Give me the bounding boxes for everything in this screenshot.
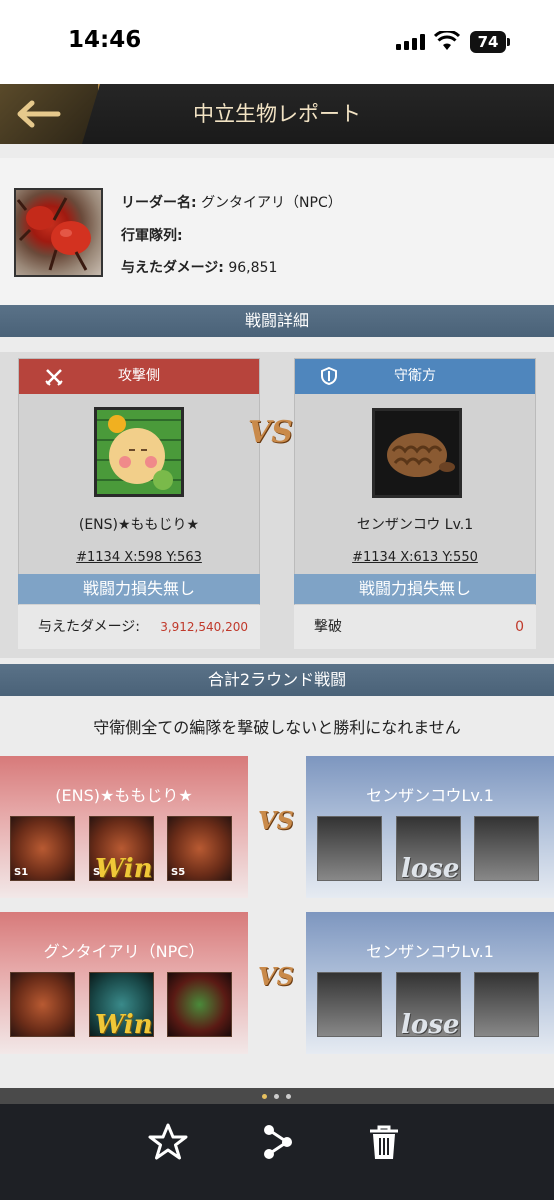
round-2-defender-unit-1[interactable] bbox=[317, 972, 382, 1037]
round-2-defender-team[interactable]: センザンコウLv.1 lose bbox=[306, 912, 554, 1054]
attacker-damage-label: 与えたダメージ: bbox=[38, 619, 141, 635]
page-dot bbox=[286, 1094, 291, 1099]
leader-damage-row: 与えたダメージ: 96,851 bbox=[121, 257, 277, 277]
trash-icon bbox=[364, 1125, 404, 1171]
defender-name: センザンコウ Lv.1 bbox=[356, 517, 474, 533]
leader-name-row: リーダー名: グンタイアリ（NPC） bbox=[121, 192, 342, 212]
defender-side-label: 守衛方 bbox=[394, 368, 436, 384]
unit-slot-label: S5 bbox=[171, 867, 186, 878]
round-1-win-badge: Win bbox=[95, 854, 153, 884]
round-2-lose-badge: lose bbox=[401, 1010, 460, 1040]
round-1-lose-badge: lose bbox=[401, 854, 460, 884]
leader-damage-label: 与えたダメージ: bbox=[121, 260, 224, 276]
round-1-attacker-name: (ENS)★ももじり★ bbox=[55, 786, 193, 805]
favorite-button[interactable] bbox=[146, 1120, 190, 1164]
back-arrow-icon bbox=[14, 98, 62, 135]
round-1-defender-name: センザンコウLv.1 bbox=[366, 786, 494, 805]
march-formation-row: 行軍隊列: bbox=[121, 225, 183, 245]
round-2-win-badge: Win bbox=[95, 1010, 153, 1040]
round-1-defender-team[interactable]: センザンコウLv.1 lose bbox=[306, 756, 554, 898]
leader-portrait bbox=[14, 188, 103, 277]
round-1-defender-unit-1[interactable] bbox=[317, 816, 382, 881]
signal-icon bbox=[396, 34, 426, 50]
defender-loss-status: 戦闘力損失無し bbox=[294, 574, 536, 604]
defender-kills-label: 撃破 bbox=[314, 619, 342, 635]
march-formation-label: 行軍隊列: bbox=[121, 228, 183, 244]
defender-avatar[interactable] bbox=[372, 408, 462, 498]
round-2-attacker-team[interactable]: グンタイアリ（NPC） Win bbox=[0, 912, 248, 1054]
swords-icon bbox=[45, 359, 63, 398]
round-2-vs: VS bbox=[258, 962, 294, 991]
round-2-defender-unit-3[interactable] bbox=[474, 972, 539, 1037]
attacker-damage-row: 与えたダメージ: 3,912,540,200 bbox=[18, 605, 260, 649]
share-icon bbox=[257, 1125, 297, 1171]
battery-icon: 74 bbox=[470, 31, 510, 53]
page-indicator bbox=[0, 1088, 554, 1104]
page-dot bbox=[274, 1094, 279, 1099]
status-bar: 14:46 74 bbox=[0, 0, 554, 84]
attacker-avatar[interactable] bbox=[94, 407, 184, 497]
defender-kills-row: 撃破 0 bbox=[294, 605, 536, 649]
defender-header: 守衛方 bbox=[295, 359, 535, 394]
attacker-damage-value: 3,912,540,200 bbox=[160, 620, 248, 634]
attacker-loss-status: 戦闘力損失無し bbox=[18, 574, 260, 604]
round-1-attacker-unit-1[interactable]: S1 bbox=[10, 816, 75, 881]
leader-name-label: リーダー名: bbox=[121, 195, 197, 211]
attacker-header: 攻撃側 bbox=[19, 359, 259, 394]
defender-kills-value: 0 bbox=[515, 619, 524, 635]
share-button[interactable] bbox=[255, 1120, 299, 1164]
leader-damage-value: 96,851 bbox=[228, 260, 278, 276]
round-2-attacker-unit-1[interactable] bbox=[10, 972, 75, 1037]
vs-emblem: VS bbox=[248, 415, 293, 450]
page-dot-active bbox=[262, 1094, 267, 1099]
defender-coords-link[interactable]: #1134 X:613 Y:550 bbox=[294, 550, 536, 565]
status-time: 14:46 bbox=[68, 27, 142, 53]
wifi-icon bbox=[433, 29, 461, 51]
round-1-vs: VS bbox=[258, 806, 294, 835]
delete-button[interactable] bbox=[362, 1120, 406, 1164]
round-1-attacker-team[interactable]: (ENS)★ももじり★ S1 S S5 Win bbox=[0, 756, 248, 898]
victory-condition-note: 守衛側全ての編隊を撃破しないと勝利になれません bbox=[93, 718, 461, 737]
round-2-attacker-unit-3[interactable] bbox=[167, 972, 232, 1037]
battle-detail-header: 戦闘詳細 bbox=[0, 305, 554, 337]
star-icon bbox=[148, 1123, 188, 1171]
attacker-name: (ENS)★ももじり★ bbox=[78, 517, 200, 533]
leader-name-value: グンタイアリ（NPC） bbox=[201, 195, 342, 211]
attacker-side-label: 攻撃側 bbox=[118, 368, 160, 384]
attacker-coords-link[interactable]: #1134 X:598 Y:563 bbox=[18, 550, 260, 565]
round-2-attacker-name: グンタイアリ（NPC） bbox=[43, 942, 205, 961]
round-1-defender-unit-3[interactable] bbox=[474, 816, 539, 881]
round-1-attacker-unit-3[interactable]: S5 bbox=[167, 816, 232, 881]
round-2-defender-name: センザンコウLv.1 bbox=[366, 942, 494, 961]
shield-icon bbox=[321, 359, 337, 397]
rounds-header: 合計2ラウンド戦闘 bbox=[0, 664, 554, 696]
unit-slot-label: S1 bbox=[14, 867, 29, 878]
